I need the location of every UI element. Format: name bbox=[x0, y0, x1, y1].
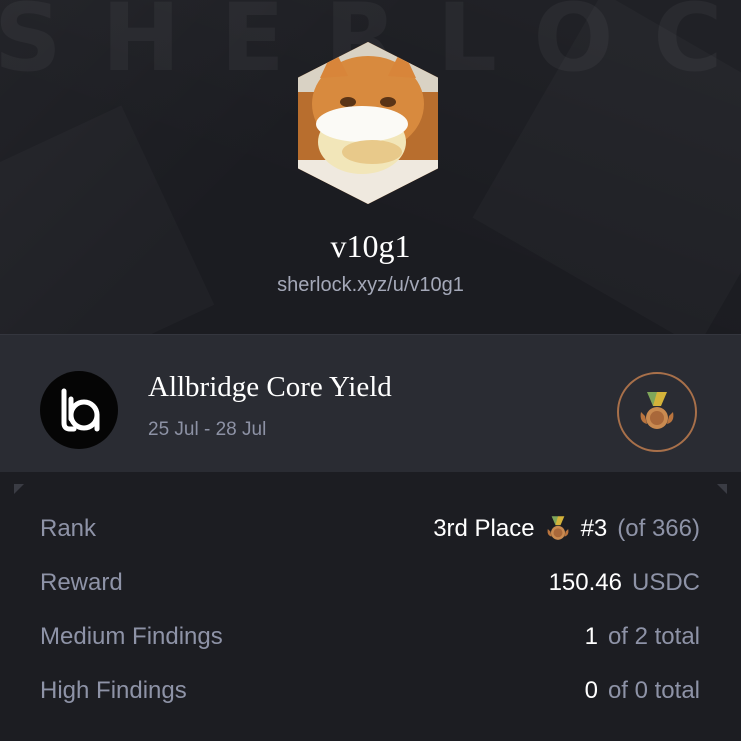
rank-label: Rank bbox=[40, 515, 97, 542]
contest-dates: 25 Jul - 28 Jul bbox=[148, 419, 267, 440]
rank-of-total: (of 366) bbox=[617, 515, 700, 542]
profile-header: SHERLOCK v10g1 sherlock.xyz/u/v10g1 bbox=[0, 0, 741, 334]
rank-place: 3rd Place bbox=[433, 515, 535, 542]
bronze-medal-icon bbox=[640, 392, 674, 429]
reward-row: Reward 150.46 USDC bbox=[40, 563, 700, 603]
medium-findings-label: Medium Findings bbox=[40, 623, 223, 650]
contest-name: Allbridge Core Yield bbox=[148, 371, 392, 403]
background-facet bbox=[0, 105, 214, 334]
high-findings-row: High Findings 0 of 0 total bbox=[40, 671, 700, 711]
reward-value: 150.46 USDC bbox=[549, 569, 700, 597]
medal-badge bbox=[617, 372, 697, 452]
allbridge-logo-icon bbox=[40, 371, 118, 449]
high-findings-total: of 0 total bbox=[607, 677, 700, 704]
rank-number: #3 bbox=[580, 515, 608, 542]
high-findings-count: 0 bbox=[584, 677, 598, 704]
high-findings-value: 0 of 0 total bbox=[585, 677, 700, 705]
reward-amount: 150.46 bbox=[548, 569, 622, 596]
reward-currency: USDC bbox=[631, 569, 700, 596]
high-findings-label: High Findings bbox=[40, 677, 187, 704]
rank-value: 3rd Place #3 (of 366) bbox=[433, 515, 700, 543]
profile-url-link[interactable]: sherlock.xyz/u/v10g1 bbox=[0, 274, 741, 297]
corner-decoration bbox=[14, 484, 24, 494]
medium-findings-total: of 2 total bbox=[607, 623, 700, 650]
reward-label: Reward bbox=[40, 569, 123, 596]
rank-row: Rank 3rd Place #3 (of 366) bbox=[40, 509, 700, 549]
medium-findings-count: 1 bbox=[584, 623, 598, 650]
bronze-medal-icon bbox=[547, 516, 569, 540]
contest-card[interactable]: Allbridge Core Yield 25 Jul - 28 Jul bbox=[0, 334, 741, 473]
medium-findings-row: Medium Findings 1 of 2 total bbox=[40, 617, 700, 657]
corner-decoration bbox=[717, 484, 727, 494]
stats-panel: Rank 3rd Place #3 (of 366) Reward 150.46… bbox=[0, 472, 741, 741]
medium-findings-value: 1 of 2 total bbox=[585, 623, 700, 651]
username: v10g1 bbox=[330, 228, 411, 264]
